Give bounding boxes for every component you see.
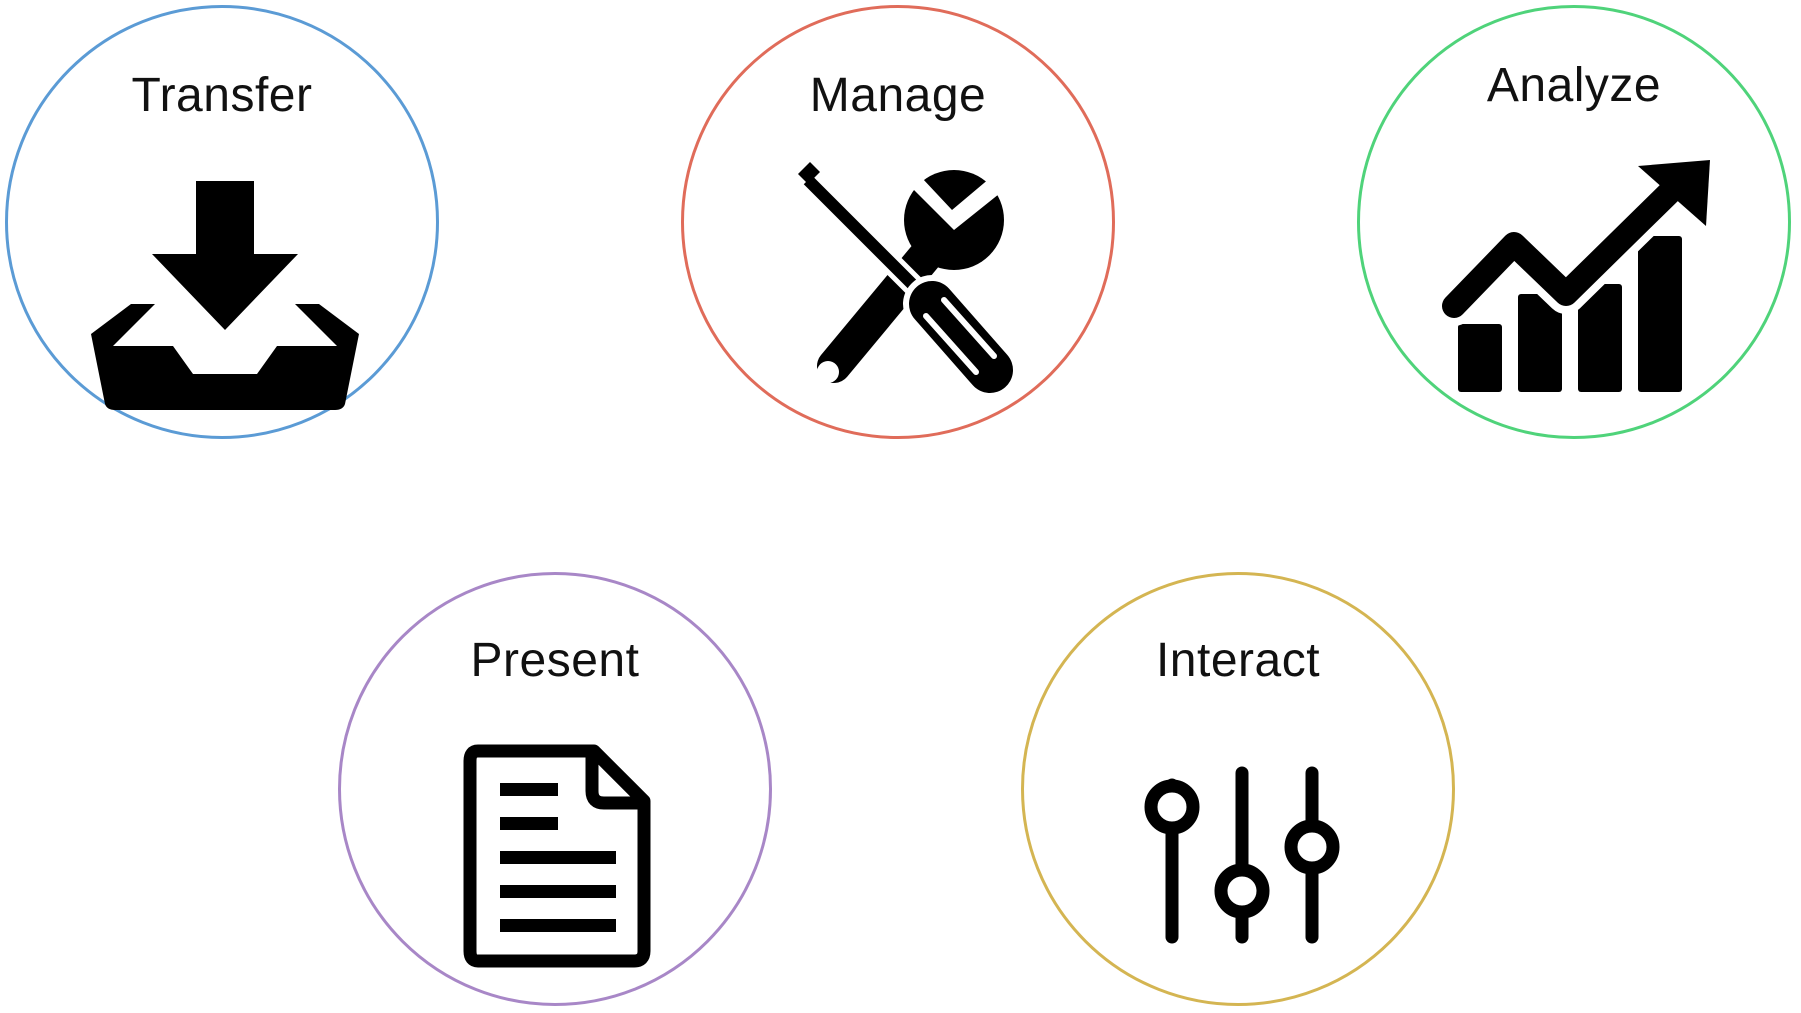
download-tray-icon <box>91 181 359 410</box>
transfer-circle: Transfer <box>5 5 439 439</box>
analyze-label: Analyze <box>1486 59 1662 112</box>
trend-chart-icon <box>1434 160 1710 392</box>
present-label: Present <box>470 634 640 687</box>
document-icon <box>463 744 651 968</box>
interact-label: Interact <box>1155 634 1321 687</box>
transfer-label: Transfer <box>131 69 313 122</box>
analyze-circle: Analyze <box>1357 5 1791 439</box>
manage-circle: Manage <box>681 5 1115 439</box>
present-circle: Present <box>338 572 772 1006</box>
manage-label: Manage <box>809 69 987 122</box>
sliders-icon <box>1144 766 1340 944</box>
interact-circle: Interact <box>1021 572 1455 1006</box>
wrench-screwdriver-icon <box>797 162 1019 399</box>
